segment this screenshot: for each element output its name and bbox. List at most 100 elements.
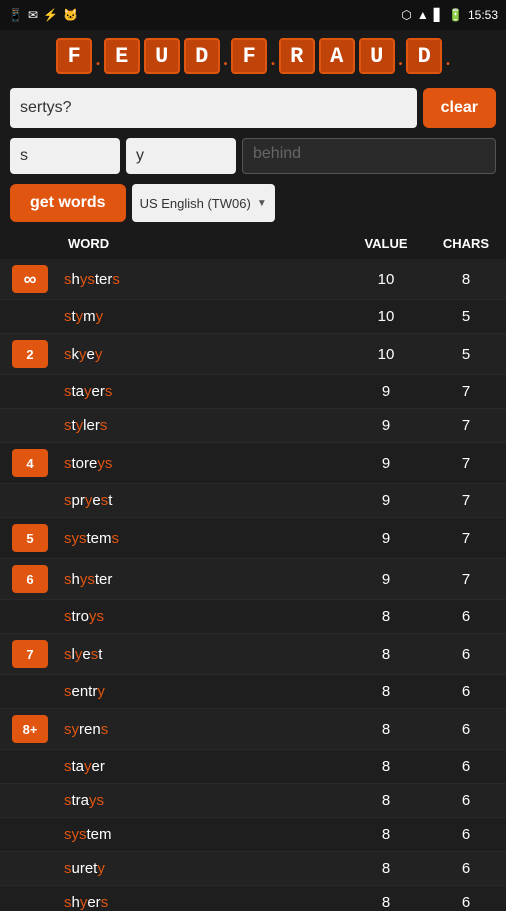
word-cell: skyey: [60, 338, 346, 371]
word-cell: stroys: [60, 600, 346, 633]
signal-icon: ▋: [434, 8, 443, 22]
logo-tile-d2: D: [406, 38, 442, 74]
logo-tile-d: D: [184, 38, 220, 74]
chars-cell: 6: [426, 750, 506, 783]
status-right-icons: ⬡ ▲ ▋ 🔋 15:53: [401, 8, 498, 22]
table-header: WORD VALUE CHARS: [0, 228, 506, 259]
value-cell: 8: [346, 638, 426, 671]
value-cell: 9: [346, 375, 426, 408]
chars-cell: 7: [426, 484, 506, 517]
chars-cell: 7: [426, 375, 506, 408]
filter-starts-with[interactable]: [10, 138, 120, 174]
notification-icon: 🐱: [63, 8, 78, 22]
table-row: 6shyster97: [0, 559, 506, 600]
chars-cell: 7: [426, 409, 506, 442]
row-badge: [0, 761, 60, 773]
clear-button[interactable]: clear: [423, 88, 496, 128]
chars-cell: 6: [426, 818, 506, 851]
table-row: stroys86: [0, 600, 506, 634]
badge-label: 8+: [12, 715, 48, 743]
filter-pattern-text: behind: [253, 145, 301, 162]
filter-contains[interactable]: [126, 138, 236, 174]
row-badge: [0, 829, 60, 841]
value-cell: 8: [346, 852, 426, 885]
word-cell: shyster: [60, 563, 346, 596]
table-body: ∞shysters108stymy1052skyey105stayers97st…: [0, 259, 506, 911]
value-cell: 9: [346, 409, 426, 442]
value-cell: 8: [346, 750, 426, 783]
th-chars: CHARS: [426, 232, 506, 255]
chars-cell: 8: [426, 263, 506, 296]
word-cell: spryest: [60, 484, 346, 517]
word-cell: systems: [60, 522, 346, 555]
logo-tile-u: U: [144, 38, 180, 74]
logo-tile-e: E: [104, 38, 140, 74]
sim-icon: 📱: [8, 8, 23, 22]
row-badge: [0, 795, 60, 807]
language-selector[interactable]: US English (TW06) ▼: [132, 184, 275, 222]
logo-tile-u2: U: [359, 38, 395, 74]
value-cell: 9: [346, 522, 426, 555]
table-row: system86: [0, 818, 506, 852]
email-icon: ✉: [28, 8, 38, 22]
filter-pattern[interactable]: behind: [242, 138, 496, 174]
action-row: get words US English (TW06) ▼: [0, 178, 506, 228]
table-row: 5systems97: [0, 518, 506, 559]
badge-label: 6: [12, 565, 48, 593]
table-row: surety86: [0, 852, 506, 886]
battery-icon: 🔋: [448, 8, 463, 22]
search-area: clear: [0, 82, 506, 134]
value-cell: 8: [346, 886, 426, 911]
word-cell: slyest: [60, 638, 346, 671]
logo-tile-f: F: [56, 38, 92, 74]
badge-label: 2: [12, 340, 48, 368]
dropdown-arrow-icon: ▼: [257, 198, 267, 209]
chars-cell: 5: [426, 300, 506, 333]
row-badge: 5: [0, 518, 60, 558]
th-word: WORD: [60, 232, 346, 255]
chars-cell: 6: [426, 784, 506, 817]
value-cell: 10: [346, 338, 426, 371]
value-cell: 9: [346, 447, 426, 480]
word-cell: shyers: [60, 886, 346, 911]
row-badge: [0, 386, 60, 398]
status-bar: 📱 ✉ ⚡ 🐱 ⬡ ▲ ▋ 🔋 15:53: [0, 0, 506, 30]
chars-cell: 6: [426, 600, 506, 633]
row-badge: [0, 611, 60, 623]
row-badge: [0, 686, 60, 698]
logo-area: F • E U D • F • R A U • D •: [0, 30, 506, 82]
table-row: stymy105: [0, 300, 506, 334]
value-cell: 8: [346, 600, 426, 633]
value-cell: 10: [346, 300, 426, 333]
row-badge: [0, 863, 60, 875]
logo-tile-r: R: [279, 38, 315, 74]
row-badge: 7: [0, 634, 60, 674]
logo-tiles: F • E U D • F • R A U • D •: [56, 38, 450, 74]
get-words-button[interactable]: get words: [10, 184, 126, 222]
table-row: 8+syrens86: [0, 709, 506, 750]
bluetooth-icon: ⬡: [401, 8, 411, 22]
word-cell: surety: [60, 852, 346, 885]
th-badge: [0, 232, 60, 255]
table-row: ∞shysters108: [0, 259, 506, 300]
row-badge: [0, 495, 60, 507]
word-cell: system: [60, 818, 346, 851]
row-badge: [0, 420, 60, 432]
badge-label: ∞: [12, 265, 48, 293]
logo-tile-a: A: [319, 38, 355, 74]
logo-tile-f2: F: [231, 38, 267, 74]
clock: 15:53: [468, 8, 498, 22]
search-input[interactable]: [10, 88, 417, 128]
chars-cell: 6: [426, 675, 506, 708]
table-row: strays86: [0, 784, 506, 818]
chars-cell: 6: [426, 638, 506, 671]
status-left-icons: 📱 ✉ ⚡ 🐱: [8, 8, 78, 22]
badge-label: 7: [12, 640, 48, 668]
table-row: shyers86: [0, 886, 506, 911]
chars-cell: 6: [426, 713, 506, 746]
table-row: stayers97: [0, 375, 506, 409]
chars-cell: 7: [426, 563, 506, 596]
table-row: 7 slyest86: [0, 634, 506, 675]
row-badge: 4: [0, 443, 60, 483]
word-cell: strays: [60, 784, 346, 817]
